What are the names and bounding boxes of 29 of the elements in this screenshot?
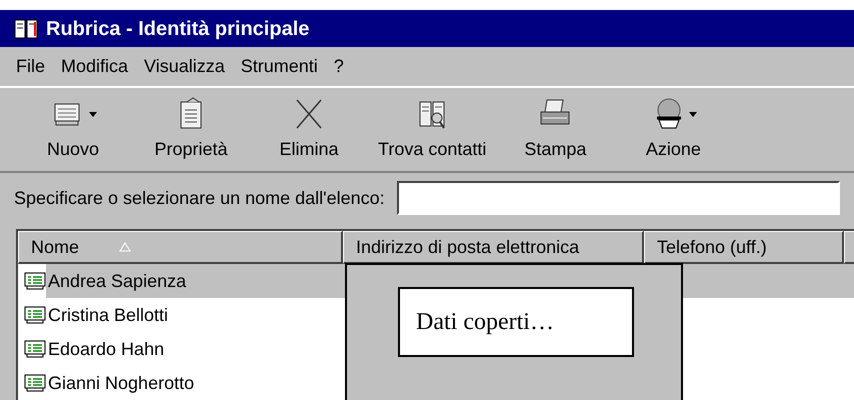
contact-name[interactable]: Edoardo Hahn — [46, 332, 345, 366]
toolbar-button[interactable]: Azione — [614, 96, 732, 163]
contact-name[interactable]: Andrea Sapienza — [46, 264, 345, 298]
toolbar-button[interactable]: Proprietà — [132, 96, 250, 163]
column-header[interactable]: Indirizzo di posta elettronica — [343, 231, 644, 264]
sort-triangle-icon — [119, 242, 132, 252]
menu-item[interactable]: Visualizza — [142, 53, 227, 80]
search-label: Specificare o selezionare un nome dall'elenco: — [14, 186, 385, 210]
toolbar-button[interactable]: Elimina — [250, 96, 368, 163]
menu-item[interactable]: Strumenti — [238, 53, 320, 80]
column-header[interactable]: Telefono (uff.) — [644, 231, 844, 264]
address-book-icon — [14, 18, 38, 40]
contact-name[interactable]: Cristina Bellotti — [46, 298, 345, 332]
column-header[interactable] — [844, 231, 854, 264]
menu-item[interactable]: File — [14, 53, 48, 80]
cover-note: Dati coperti… — [398, 287, 634, 357]
menu-item[interactable]: ? — [332, 53, 346, 80]
column-header[interactable]: Nome — [18, 231, 343, 264]
toolbar-button[interactable]: Trova contatti — [368, 96, 496, 163]
toolbar-button[interactable]: Stampa — [496, 96, 614, 163]
menu-item[interactable]: Modifica — [59, 53, 130, 80]
contact-card-icon — [24, 306, 46, 324]
contact-card-icon — [24, 340, 46, 358]
toolbar-button[interactable]: Nuovo — [14, 96, 132, 163]
contact-card-icon — [24, 374, 46, 392]
window-title: Rubrica - Identità principale — [46, 16, 310, 42]
contact-card-icon — [24, 272, 46, 290]
search-field[interactable] — [396, 181, 840, 215]
contact-name[interactable]: Gianni Nogherotto — [46, 366, 345, 400]
